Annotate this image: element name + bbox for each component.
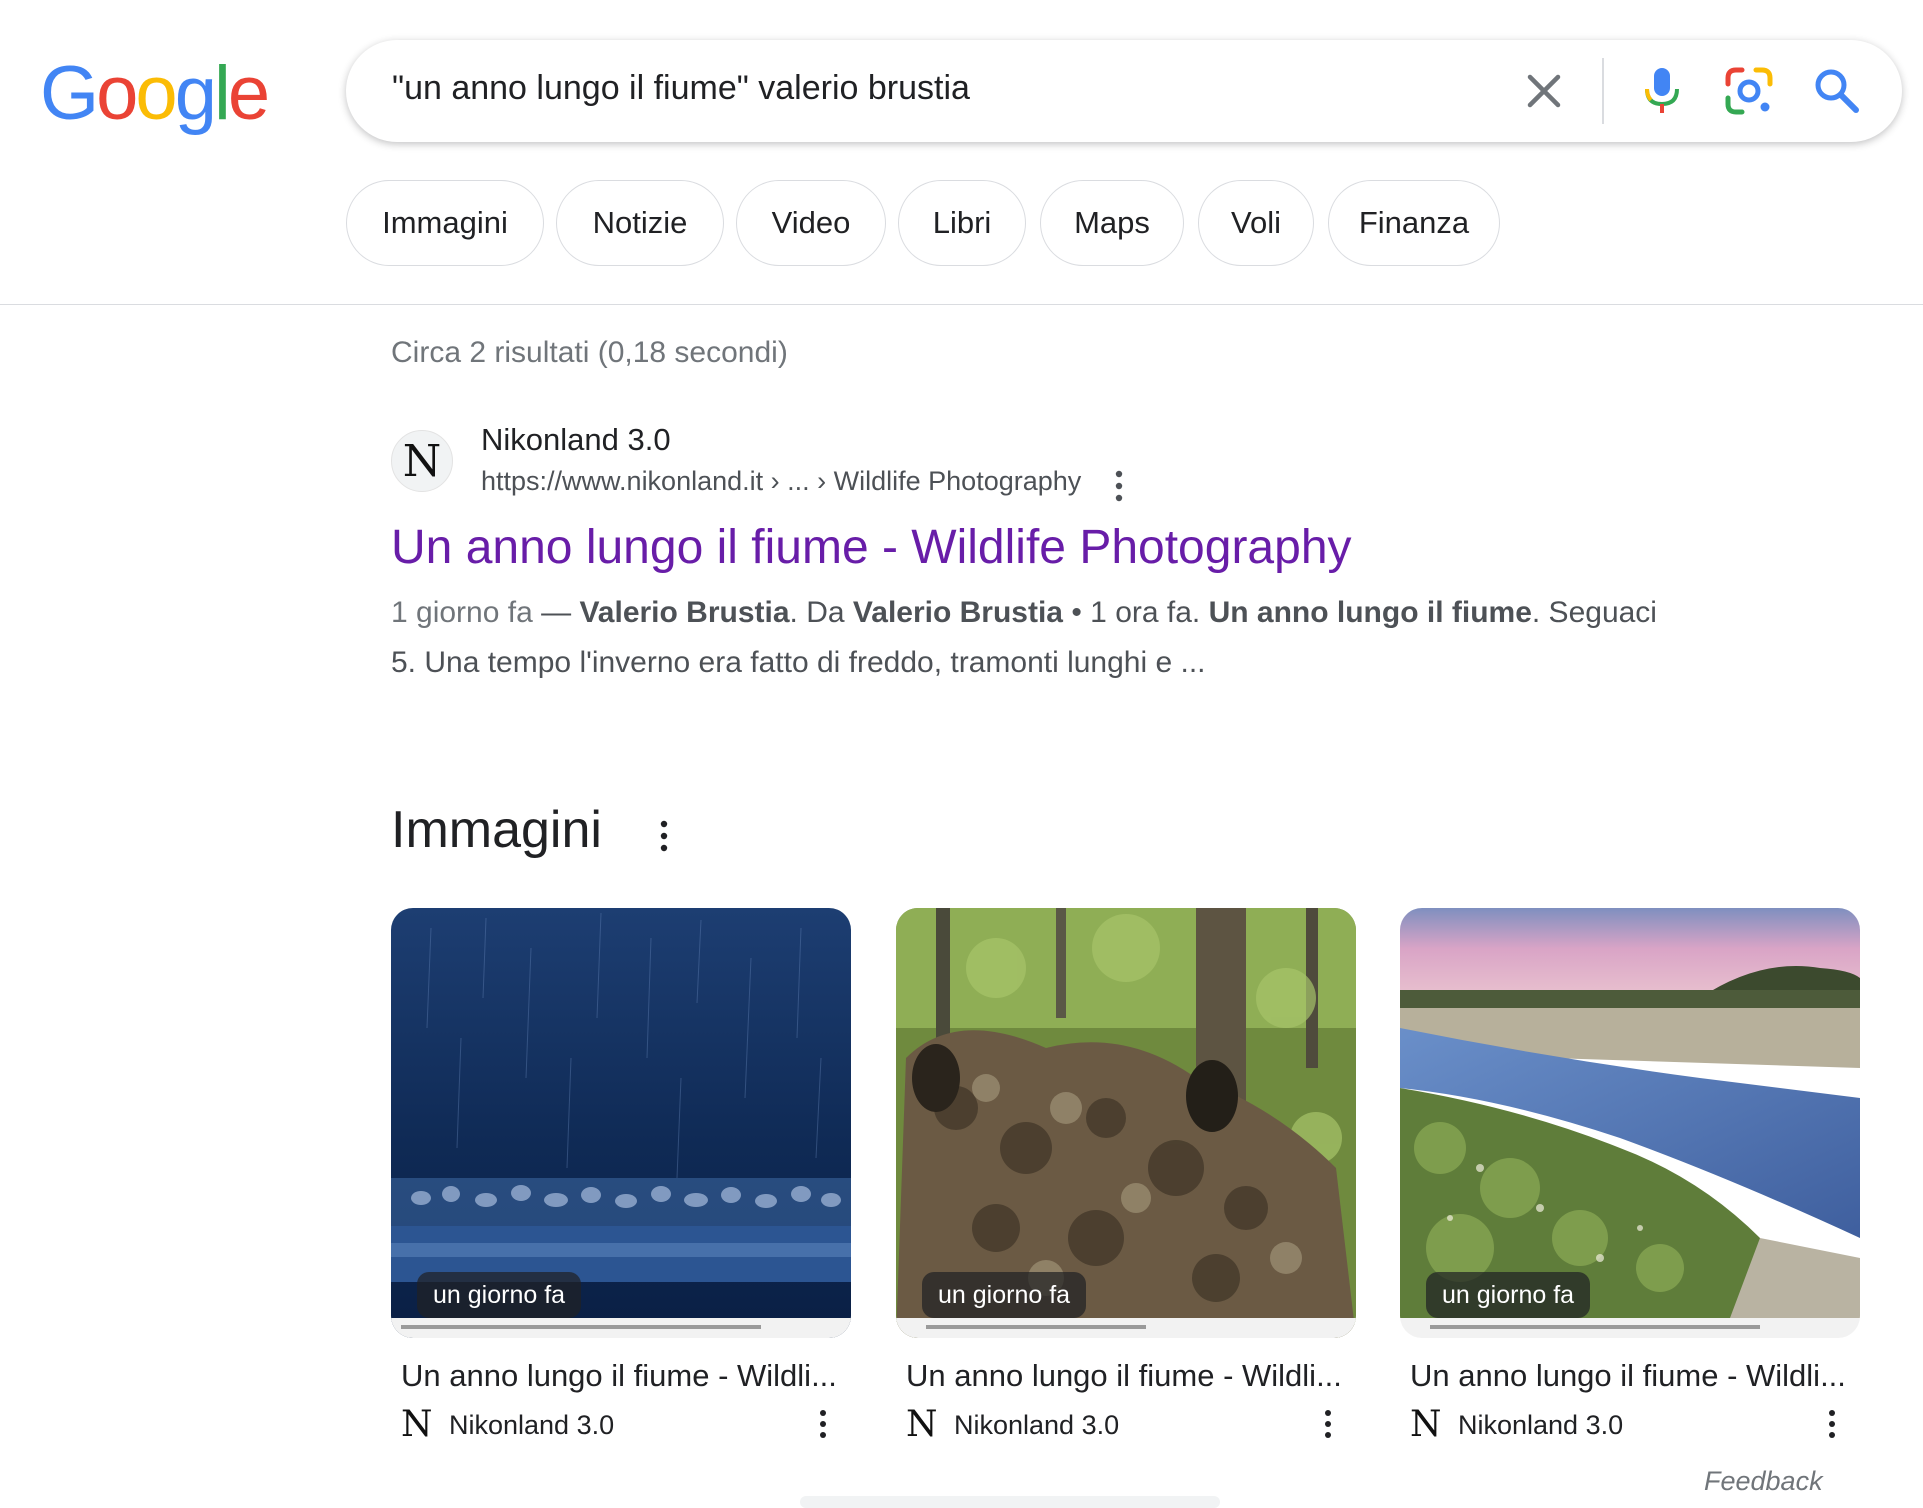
images-options-button[interactable] <box>654 818 674 854</box>
snippet-bold: Valerio Brustia <box>579 596 790 629</box>
time-badge: un giorno fa <box>1426 1272 1591 1318</box>
chip-notizie[interactable]: Notizie <box>556 180 724 266</box>
source-favicon: N <box>1410 1404 1442 1445</box>
logo-letter: e <box>227 51 270 136</box>
image-card[interactable]: un giorno fa Un anno lungo il fiume - Wi… <box>896 908 1356 1448</box>
logo-letter: G <box>40 51 99 136</box>
image-card[interactable]: un giorno fa Un anno lungo il fiume - Wi… <box>1400 908 1860 1448</box>
site-url[interactable]: https://www.nikonland.it › ... › Wildlif… <box>481 466 1081 497</box>
image-card-title[interactable]: Un anno lungo il fiume - Wildli... <box>401 1358 837 1394</box>
logo-letter: o <box>135 51 177 136</box>
header-divider <box>0 304 1923 305</box>
snippet-text: . Seguaci <box>1531 596 1657 629</box>
clear-search-button[interactable] <box>1520 67 1568 115</box>
microphone-icon <box>1645 68 1679 113</box>
site-name[interactable]: Nikonland 3.0 <box>481 422 671 458</box>
source-favicon: N <box>906 1404 938 1445</box>
image-card[interactable]: un giorno fa Un anno lungo il fiume - Wi… <box>391 908 851 1448</box>
image-thumbnail[interactable]: un giorno fa <box>896 908 1356 1338</box>
result-snippet: 1 giorno fa — Valerio Brustia. Da Valeri… <box>391 588 1741 688</box>
image-card-title[interactable]: Un anno lungo il fiume - Wildli... <box>906 1358 1342 1394</box>
site-favicon[interactable]: N <box>391 430 453 492</box>
chip-finanza[interactable]: Finanza <box>1328 180 1500 266</box>
more-vert-icon <box>1829 1410 1835 1438</box>
voice-search-button[interactable] <box>1634 62 1690 118</box>
image-thumbnail[interactable]: un giorno fa <box>391 908 851 1338</box>
more-vert-icon <box>660 820 668 852</box>
snippet-bold: Un anno lungo il fiume <box>1208 596 1532 629</box>
image-card-source: Nikonland 3.0 <box>1458 1410 1624 1440</box>
close-icon <box>1527 74 1561 108</box>
logo-letter: l <box>213 51 231 136</box>
snippet-text: — <box>532 596 580 629</box>
search-divider <box>1602 58 1604 124</box>
google-logo[interactable]: Google <box>40 51 270 136</box>
chip-voli[interactable]: Voli <box>1198 180 1314 266</box>
image-card-source: Nikonland 3.0 <box>449 1410 615 1440</box>
snippet-text: • 1 ora fa. <box>1063 596 1209 629</box>
feedback-link[interactable]: Feedback <box>1704 1466 1823 1497</box>
time-badge: un giorno fa <box>417 1272 582 1318</box>
chip-libri[interactable]: Libri <box>898 180 1026 266</box>
more-vert-icon <box>1115 470 1123 502</box>
image-card-options-button[interactable] <box>815 1408 831 1440</box>
chip-video[interactable]: Video <box>736 180 886 266</box>
snippet-date: 1 giorno fa <box>391 596 533 629</box>
source-favicon: N <box>401 1404 433 1445</box>
snippet-text: 5. Una tempo l'inverno era fatto di fred… <box>391 646 1206 679</box>
more-results-bar[interactable] <box>800 1496 1220 1508</box>
snippet-bold: Valerio Brustia <box>852 596 1063 629</box>
camera-lens-icon <box>1725 67 1773 115</box>
search-button[interactable] <box>1808 62 1864 118</box>
image-card-options-button[interactable] <box>1824 1408 1840 1440</box>
result-title-link[interactable]: Un anno lungo il fiume - Wildlife Photog… <box>391 520 1352 575</box>
search-box[interactable]: "un anno lungo il fiume" valerio brustia <box>346 40 1902 142</box>
image-card-source: Nikonland 3.0 <box>954 1410 1120 1440</box>
search-icon <box>1815 69 1859 113</box>
logo-letter: o <box>96 51 138 136</box>
chip-maps[interactable]: Maps <box>1040 180 1184 266</box>
logo-letter: g <box>174 51 217 136</box>
result-stats: Circa 2 risultati (0,18 secondi) <box>391 336 788 369</box>
snippet-text: . Da <box>789 596 853 629</box>
image-card-title[interactable]: Un anno lungo il fiume - Wildli... <box>1410 1358 1846 1394</box>
chip-immagini[interactable]: Immagini <box>346 180 544 266</box>
more-vert-icon <box>820 1410 826 1438</box>
images-heading: Immagini <box>391 801 602 859</box>
time-badge: un giorno fa <box>922 1272 1087 1318</box>
search-input[interactable]: "un anno lungo il fiume" valerio brustia <box>392 69 970 108</box>
more-vert-icon <box>1325 1410 1331 1438</box>
image-card-options-button[interactable] <box>1320 1408 1336 1440</box>
result-options-button[interactable] <box>1109 468 1129 504</box>
image-thumbnail[interactable]: un giorno fa <box>1400 908 1860 1338</box>
lens-search-button[interactable] <box>1720 62 1778 120</box>
